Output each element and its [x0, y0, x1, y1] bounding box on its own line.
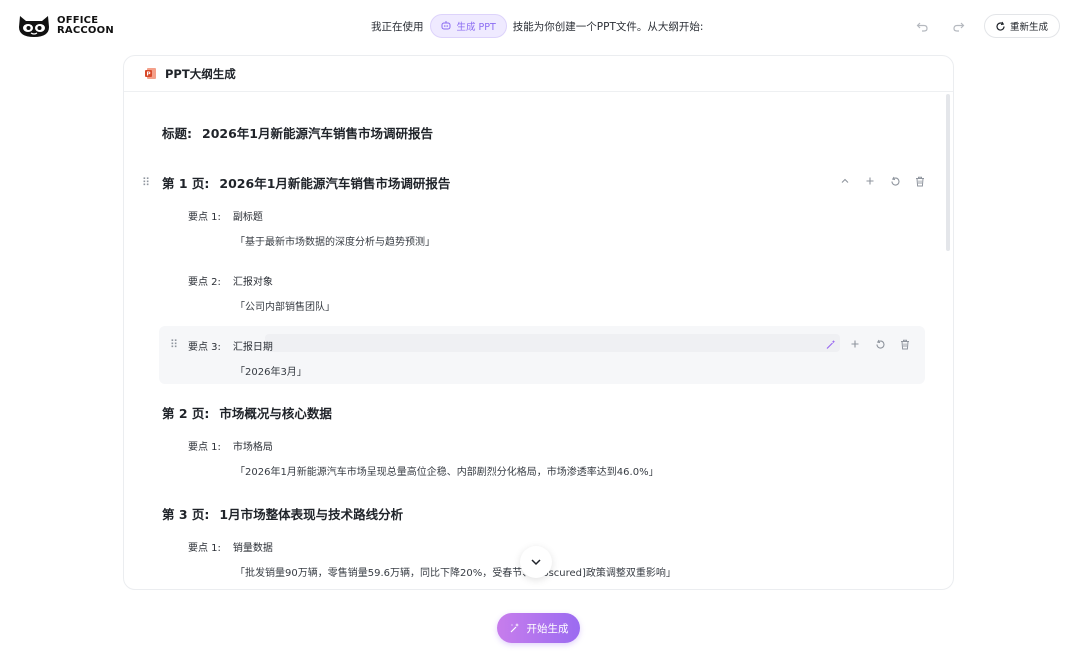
refresh-icon: [890, 176, 899, 186]
point-label: 要点 1:: [188, 212, 221, 223]
point-name: 市场格局: [232, 442, 273, 453]
delete-button[interactable]: [913, 174, 927, 188]
page-actions: [838, 174, 927, 188]
point-row[interactable]: 要点 1: 市场格局: [188, 438, 273, 453]
page-row[interactable]: ⠿ 第 3 页: 1月市场整体表现与技术路线分析: [142, 504, 403, 523]
panel-title: PPT大纲生成: [165, 66, 236, 81]
status-prefix: 我正在使用: [371, 20, 424, 33]
page-title[interactable]: 第 2 页: 市场概况与核心数据: [162, 403, 332, 422]
document-title-label: 标题:: [162, 126, 192, 141]
robot-icon: [441, 21, 450, 30]
redo-button[interactable]: [948, 15, 970, 37]
ppt-file-icon: P: [145, 68, 156, 79]
chevron-up-icon: [841, 178, 849, 183]
point-row[interactable]: 要点 2: 汇报对象: [188, 273, 273, 288]
page-title-text: 1月市场整体表现与技术路线分析: [219, 507, 404, 522]
ai-rewrite-button[interactable]: [823, 337, 837, 351]
page-title[interactable]: 第 1 页: 2026年1月新能源汽车销售市场调研报告: [162, 173, 450, 192]
magic-wand-icon: [826, 339, 835, 349]
point-value[interactable]: 「基于最新市场数据的深度分析与趋势预测」: [235, 233, 435, 248]
status-message: 我正在使用 生成 PPT 技能为你创建一个PPT文件。从大纲开始:: [371, 14, 703, 38]
delete-button[interactable]: [898, 337, 912, 351]
skill-chip-label: 生成 PPT: [456, 22, 496, 33]
point-label: 要点 3:: [188, 342, 221, 353]
scroll-down-button[interactable]: [520, 546, 552, 578]
refresh-icon: [996, 21, 1005, 31]
plus-icon: [851, 340, 859, 348]
point-value[interactable]: 「2026年3月」: [235, 363, 307, 378]
page-label: 第 3 页:: [162, 507, 210, 522]
status-suffix: 技能为你创建一个PPT文件。从大纲开始:: [512, 20, 704, 33]
header-actions: 重新生成: [912, 14, 1060, 38]
document-title[interactable]: 标题: 2026年1月新能源汽车销售市场调研报告: [162, 123, 433, 142]
point-name: 汇报日期: [232, 342, 273, 353]
trash-icon: [916, 176, 924, 186]
drag-handle-icon[interactable]: ⠿: [142, 176, 154, 189]
brand-logo[interactable]: OFFICE RACCOON: [17, 13, 114, 39]
page-title-text: 市场概况与核心数据: [219, 406, 332, 421]
start-generate-label: 开始生成: [526, 622, 569, 635]
point-row[interactable]: 要点 1: 副标题: [188, 208, 263, 223]
point-value[interactable]: 「公司内部销售团队」: [235, 298, 335, 313]
point-name-edit-area[interactable]: [265, 334, 840, 352]
brand-line2: RACCOON: [57, 25, 114, 36]
point-row[interactable]: 要点 1: 销量数据: [188, 539, 273, 554]
plus-icon: [866, 177, 874, 185]
redo-icon: [953, 22, 965, 32]
regenerate-label: 重新生成: [1009, 22, 1048, 33]
drag-handle-icon[interactable]: ⠿: [170, 338, 182, 351]
trash-icon: [901, 339, 909, 349]
regenerate-point-button[interactable]: [873, 337, 887, 351]
page-title-text: 2026年1月新能源汽车销售市场调研报告: [219, 176, 451, 191]
panel-header: P PPT大纲生成: [124, 56, 953, 92]
chevron-down-icon: [531, 559, 541, 566]
undo-icon: [917, 22, 929, 32]
page-row[interactable]: ⠿ 第 1 页: 2026年1月新能源汽车销售市场调研报告: [142, 173, 450, 192]
point-label: 要点 2:: [188, 277, 221, 288]
outline-panel: P PPT大纲生成 标题: 2026年1月新能源汽车销售市场调研报告 ⠿ 第 1…: [123, 55, 954, 590]
sparkle-icon: [510, 623, 519, 633]
collapse-button[interactable]: [838, 174, 852, 188]
add-button[interactable]: [848, 337, 862, 351]
top-bar: OFFICE RACCOON 我正在使用 生成 PPT 技能为你创建一个PPT文…: [0, 0, 1080, 52]
outline-content: 标题: 2026年1月新能源汽车销售市场调研报告 ⠿ 第 1 页: 2026年1…: [124, 93, 944, 589]
add-button[interactable]: [863, 174, 877, 188]
document-title-text: 2026年1月新能源汽车销售市场调研报告: [202, 126, 433, 141]
brand-wordmark: OFFICE RACCOON: [57, 16, 114, 36]
point-value[interactable]: 「批发销量90万辆，零售销量59.6万辆，同比下降20%，受春节、[obscur…: [235, 564, 676, 579]
start-generate-button[interactable]: 开始生成: [497, 613, 580, 643]
regenerate-button[interactable]: 重新生成: [983, 14, 1060, 38]
point-name: 汇报对象: [232, 277, 273, 288]
svg-text:P: P: [146, 72, 150, 78]
undo-button[interactable]: [912, 15, 934, 37]
raccoon-logo-icon: [19, 16, 49, 37]
point-row[interactable]: 要点 3: 汇报日期: [188, 338, 273, 353]
point-label: 要点 1:: [188, 543, 221, 554]
page-row[interactable]: ⠿ 第 2 页: 市场概况与核心数据: [142, 403, 332, 422]
regenerate-page-button[interactable]: [888, 174, 902, 188]
point-name: 副标题: [232, 212, 263, 223]
point-value[interactable]: 「2026年1月新能源汽车市场呈现总量高位企稳、内部剧烈分化格局，市场渗透率达到…: [235, 463, 659, 478]
scrollbar[interactable]: [946, 94, 950, 251]
page-label: 第 2 页:: [162, 406, 210, 421]
page-title[interactable]: 第 3 页: 1月市场整体表现与技术路线分析: [162, 504, 403, 523]
page-label: 第 1 页:: [162, 176, 210, 191]
refresh-icon: [875, 339, 884, 349]
point-label: 要点 1:: [188, 442, 221, 453]
skill-chip[interactable]: 生成 PPT: [429, 14, 507, 38]
point-name: 销量数据: [232, 543, 273, 554]
point-actions: [823, 337, 912, 351]
